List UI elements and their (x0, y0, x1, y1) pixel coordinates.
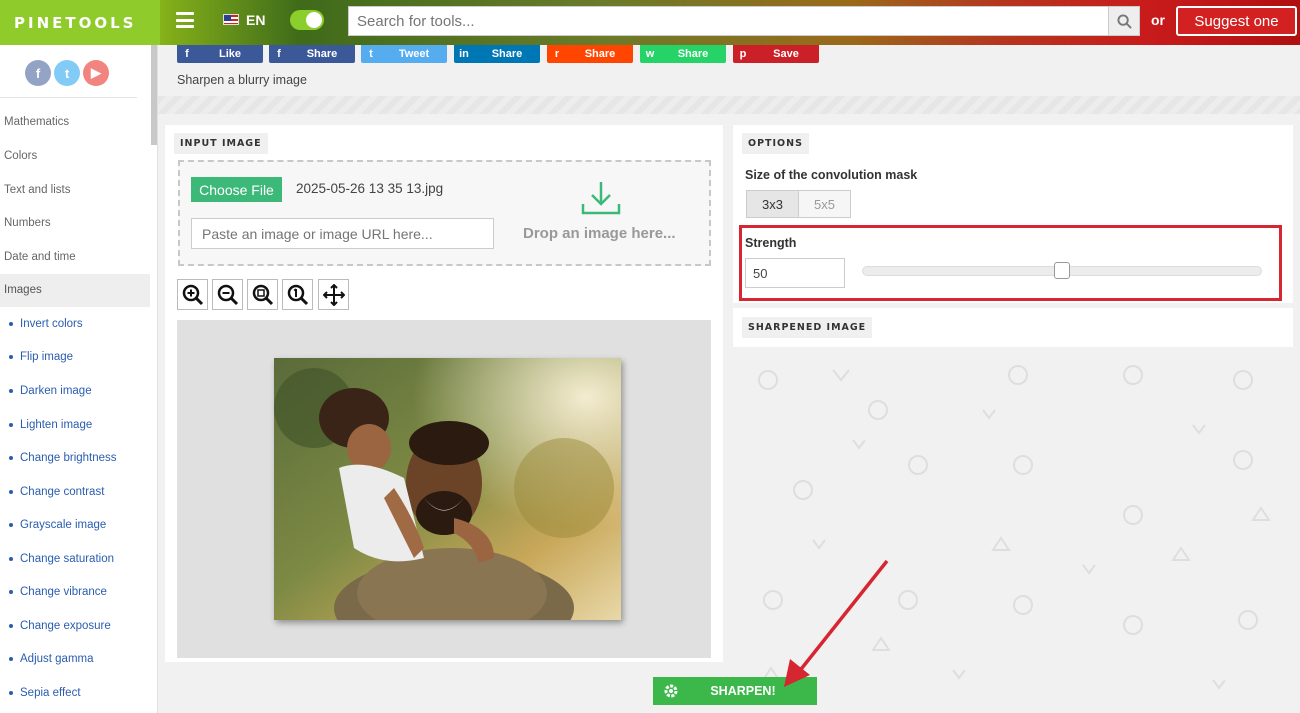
facebook-icon: f (277, 48, 281, 60)
tool-link-flip-image[interactable]: Flip image (9, 351, 73, 363)
pinterest-save-button[interactable]: p Save (733, 45, 819, 63)
share-label: Share (306, 48, 338, 60)
suggest-button[interactable]: Suggest one (1176, 6, 1297, 36)
top-bar: PINETOOLS EN or Suggest one (0, 0, 1300, 45)
mask-size-label: Size of the convolution mask (745, 168, 918, 182)
options-title: OPTIONS (742, 133, 809, 154)
tool-link-invert-colors[interactable]: Invert colors (9, 318, 83, 330)
selected-file-name: 2025-05-26 13 35 13.jpg (296, 181, 444, 196)
annotation-arrow (784, 559, 889, 687)
choose-file-button[interactable]: Choose File (191, 177, 282, 202)
menu-icon[interactable] (176, 12, 194, 28)
reddit-share-button[interactable]: r Share (547, 45, 633, 63)
sidebar-item-images[interactable]: Images (4, 284, 42, 296)
twitter-icon[interactable]: t (54, 60, 80, 86)
youtube-icon[interactable]: ▶ (83, 60, 109, 86)
input-photo (274, 358, 621, 620)
facebook-share-button[interactable]: f Share (269, 45, 355, 63)
zoom-out-button[interactable] (212, 279, 243, 310)
search-button[interactable] (1108, 7, 1139, 35)
search-icon (1116, 13, 1132, 29)
facebook-like-button[interactable]: f Like (177, 45, 263, 63)
share-label: Share (491, 48, 523, 60)
linkedin-icon: in (459, 48, 469, 60)
whatsapp-icon: w (645, 48, 655, 60)
whatsapp-share-button[interactable]: w Share (640, 45, 726, 63)
zoom-actual-icon (287, 284, 308, 305)
theme-toggle[interactable] (290, 10, 324, 30)
drop-image-text: Drop an image here... (523, 225, 676, 242)
zoom-in-button[interactable] (177, 279, 208, 310)
zoom-actual-size-button[interactable] (282, 279, 313, 310)
social-links: f t ▶ (25, 60, 109, 86)
zoom-out-icon (217, 284, 238, 305)
sidebar-item-mathematics[interactable]: Mathematics (4, 116, 69, 128)
pinterest-icon: p (739, 48, 747, 60)
move-button[interactable] (318, 279, 349, 310)
tool-link-change-exposure[interactable]: Change exposure (9, 620, 111, 632)
sidebar-item-colors[interactable]: Colors (4, 150, 37, 162)
tool-link-darken-image[interactable]: Darken image (9, 385, 92, 397)
share-label: Share (677, 48, 709, 60)
zoom-fit-icon (252, 284, 273, 305)
mask-3x3-option[interactable]: 3x3 (746, 190, 799, 218)
sidebar-item-date-and-time[interactable]: Date and time (4, 251, 76, 263)
image-url-input[interactable] (191, 218, 494, 249)
tool-link-change-vibrance[interactable]: Change vibrance (9, 586, 107, 598)
move-icon (322, 283, 345, 306)
share-label: Tweet (398, 48, 430, 60)
zoom-fit-button[interactable] (247, 279, 278, 310)
sharpened-image-title: SHARPENED IMAGE (742, 317, 873, 338)
highlight-annotation-box (739, 225, 1282, 301)
share-label: Share (584, 48, 616, 60)
sidebar-divider (0, 97, 137, 98)
zoom-in-icon (182, 284, 203, 305)
sidebar-item-numbers[interactable]: Numbers (4, 217, 51, 229)
share-label: Like (218, 48, 241, 60)
tool-link-change-contrast[interactable]: Change contrast (9, 486, 104, 498)
share-label: Save (773, 48, 799, 60)
language-label[interactable]: EN (246, 12, 265, 28)
pinetools-logo[interactable]: PINETOOLS (0, 0, 160, 45)
drop-zone[interactable] (178, 160, 711, 266)
sidebar-item-text-and-lists[interactable]: Text and lists (4, 184, 70, 196)
input-image-title: INPUT IMAGE (174, 133, 268, 154)
linkedin-share-button[interactable]: in Share (454, 45, 540, 63)
reddit-icon: r (554, 48, 560, 60)
decorative-stripe (158, 96, 1300, 114)
tool-link-lighten-image[interactable]: Lighten image (9, 419, 92, 431)
mask-5x5-option[interactable]: 5x5 (798, 190, 851, 218)
or-label: or (1151, 12, 1165, 28)
download-icon (581, 182, 621, 215)
sidebar: f t ▶ Mathematics Colors Text and lists … (0, 45, 158, 713)
us-flag-icon[interactable] (223, 14, 239, 25)
page-subtitle: Sharpen a blurry image (177, 73, 307, 87)
tool-link-change-saturation[interactable]: Change saturation (9, 553, 114, 565)
sidebar-scrollbar[interactable] (151, 45, 157, 145)
facebook-icon[interactable]: f (25, 60, 51, 86)
search-input[interactable] (349, 7, 1108, 35)
tool-link-grayscale-image[interactable]: Grayscale image (9, 519, 106, 531)
search-box (348, 6, 1140, 36)
gear-icon (664, 684, 678, 698)
tool-link-change-brightness[interactable]: Change brightness (9, 452, 117, 464)
twitter-icon: t (369, 48, 373, 60)
facebook-icon: f (185, 48, 189, 60)
tool-link-adjust-gamma[interactable]: Adjust gamma (9, 653, 94, 665)
twitter-tweet-button[interactable]: t Tweet (361, 45, 447, 63)
tool-link-sepia-effect[interactable]: Sepia effect (9, 687, 81, 699)
